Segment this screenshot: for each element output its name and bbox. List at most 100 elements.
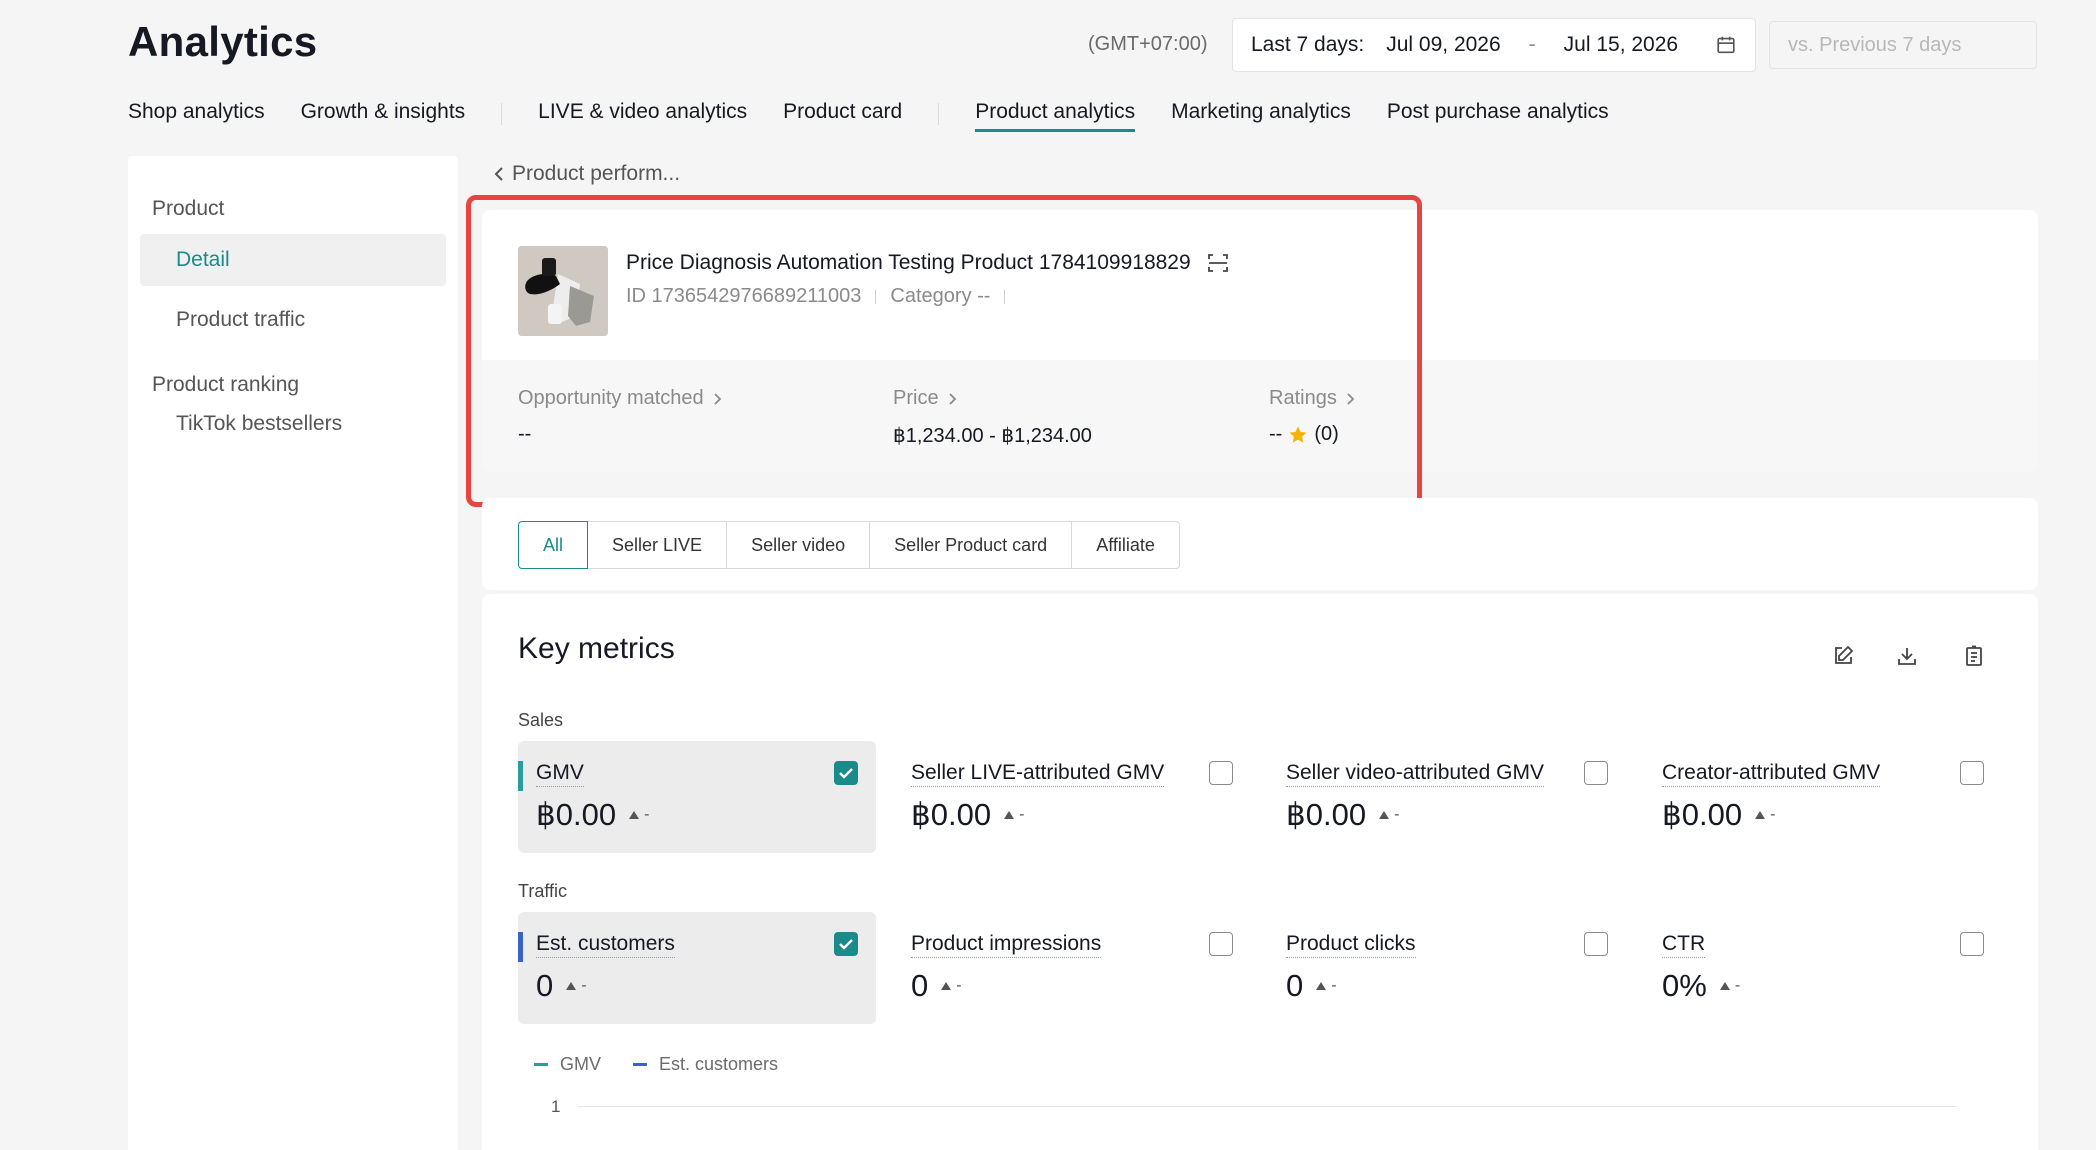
trend-indicator: -	[628, 806, 649, 824]
metric-card-seller-video-gmv[interactable]: Seller video-attributed GMV ฿0.00 -	[1268, 741, 1626, 853]
legend-swatch	[534, 1063, 548, 1066]
metric-name: Est. customers	[536, 932, 675, 958]
chart-gridline	[578, 1106, 1956, 1107]
metric-checkbox[interactable]	[1584, 761, 1608, 785]
trend-indicator: -	[1315, 977, 1337, 995]
metric-value: 0%	[1662, 968, 1707, 1003]
metric-checkbox[interactable]	[1209, 932, 1233, 956]
filter-affiliate[interactable]: Affiliate	[1071, 521, 1180, 569]
metric-value: 0	[1286, 968, 1304, 1003]
filter-all[interactable]: All	[518, 521, 589, 569]
tab-divider	[501, 103, 503, 125]
timezone-label: (GMT+07:00)	[1088, 33, 1208, 55]
sidebar-item-detail[interactable]: Detail	[140, 234, 446, 286]
legend-swatch	[633, 1063, 648, 1066]
chevron-left-icon	[494, 167, 503, 181]
sidebar-item-tiktok-bestsellers[interactable]: TikTok bestsellers	[140, 398, 446, 450]
chart-legend: GMV Est. customers	[534, 1054, 778, 1075]
triangle-up-icon	[566, 982, 577, 990]
sidebar-item-product-traffic[interactable]: Product traffic	[140, 294, 446, 346]
date-range-picker[interactable]: Last 7 days: Jul 09, 2026 - Jul 15, 2026	[1232, 18, 1756, 72]
trend-indicator: -	[1754, 806, 1775, 824]
trend-indicator: -	[565, 977, 587, 995]
download-icon[interactable]	[1895, 644, 1919, 668]
triangle-up-icon	[1316, 982, 1327, 990]
sidebar-group-product-ranking: Product ranking	[152, 373, 300, 396]
metric-checkbox[interactable]	[834, 932, 858, 956]
triangle-up-icon	[1004, 811, 1015, 819]
tab-shop-analytics[interactable]: Shop analytics	[128, 100, 265, 134]
metric-checkbox[interactable]	[1960, 761, 1984, 785]
metric-name: Seller video-attributed GMV	[1286, 761, 1544, 787]
legend-item-gmv[interactable]: GMV	[534, 1054, 601, 1075]
triangle-up-icon	[1719, 982, 1730, 990]
metric-checkbox[interactable]	[1960, 932, 1984, 956]
metric-checkbox[interactable]	[1209, 761, 1233, 785]
metric-value: ฿0.00	[1286, 797, 1367, 832]
analytics-tabs: Shop analytics Growth & insights LIVE & …	[128, 100, 1645, 140]
date-separator: -	[1528, 33, 1536, 56]
metric-card-product-impressions[interactable]: Product impressions 0 -	[893, 912, 1251, 1024]
trend-value: -	[1734, 977, 1741, 994]
sidebar: Product Detail Product traffic Product r…	[128, 156, 458, 1150]
triangle-up-icon	[941, 982, 952, 990]
key-metrics-title: Key metrics	[518, 632, 675, 665]
metric-name: Seller LIVE-attributed GMV	[911, 761, 1165, 787]
compare-placeholder: vs. Previous 7 days	[1788, 33, 1962, 56]
filter-seller-product-card[interactable]: Seller Product card	[869, 521, 1073, 569]
compare-period-select[interactable]: vs. Previous 7 days	[1769, 21, 2037, 69]
tab-post-purchase-analytics[interactable]: Post purchase analytics	[1387, 100, 1609, 134]
metric-name: Product impressions	[911, 932, 1102, 958]
trend-value: -	[1019, 806, 1025, 823]
metric-name: CTR	[1662, 932, 1706, 958]
date-start[interactable]: Jul 09, 2026	[1386, 33, 1500, 57]
channel-filter-group: All Seller LIVE Seller video Seller Prod…	[518, 521, 1180, 569]
trend-value: -	[644, 806, 650, 823]
series-color-bar	[518, 761, 523, 791]
trend-value: -	[1770, 806, 1776, 823]
metric-value: 0	[536, 968, 554, 1003]
edit-icon[interactable]	[1831, 644, 1855, 668]
metric-checkbox[interactable]	[1584, 932, 1608, 956]
back-link[interactable]: Product perform...	[492, 162, 680, 186]
triangle-up-icon	[629, 811, 640, 819]
metric-card-ctr[interactable]: CTR 0% -	[1644, 912, 2002, 1024]
tab-divider	[938, 103, 940, 125]
tab-live-video-analytics[interactable]: LIVE & video analytics	[538, 100, 747, 134]
metric-card-creator-gmv[interactable]: Creator-attributed GMV ฿0.00 -	[1644, 741, 2002, 853]
date-range-label: Last 7 days:	[1251, 33, 1365, 56]
metric-value: 0	[911, 968, 929, 1003]
metric-card-gmv[interactable]: GMV ฿0.00 -	[518, 741, 876, 853]
filter-seller-video[interactable]: Seller video	[726, 521, 871, 569]
trend-value: -	[1331, 977, 1337, 994]
metric-card-est-customers[interactable]: Est. customers 0 -	[518, 912, 876, 1024]
triangle-up-icon	[1379, 811, 1390, 819]
metric-value: ฿0.00	[536, 797, 617, 832]
series-color-bar	[518, 932, 523, 962]
trend-value: -	[581, 977, 587, 994]
sales-section-label: Sales	[518, 710, 564, 730]
tab-product-card[interactable]: Product card	[783, 100, 902, 134]
metric-card-product-clicks[interactable]: Product clicks 0 -	[1268, 912, 1626, 1024]
legend-item-est-customers[interactable]: Est. customers	[633, 1054, 778, 1075]
trend-indicator: -	[1719, 977, 1740, 995]
metric-value: ฿0.00	[911, 797, 992, 832]
metric-name: Creator-attributed GMV	[1662, 761, 1881, 787]
tab-product-analytics[interactable]: Product analytics	[975, 100, 1135, 134]
triangle-up-icon	[1755, 811, 1766, 819]
back-link-label: Product perform...	[512, 162, 681, 185]
y-axis-tick: 1	[551, 1097, 561, 1116]
trend-indicator: -	[940, 977, 962, 995]
date-end[interactable]: Jul 15, 2026	[1564, 33, 1678, 57]
filter-seller-live[interactable]: Seller LIVE	[587, 521, 728, 569]
sidebar-group-product: Product	[152, 197, 225, 220]
document-icon[interactable]	[1962, 644, 1986, 668]
tab-growth-insights[interactable]: Growth & insights	[301, 100, 466, 134]
checkmark-icon	[839, 939, 853, 950]
tab-marketing-analytics[interactable]: Marketing analytics	[1171, 100, 1351, 134]
calendar-icon[interactable]	[1715, 34, 1737, 56]
metric-card-seller-live-gmv[interactable]: Seller LIVE-attributed GMV ฿0.00 -	[893, 741, 1251, 853]
metric-name: Product clicks	[1286, 932, 1416, 958]
traffic-section-label: Traffic	[518, 881, 568, 901]
metric-checkbox[interactable]	[834, 761, 858, 785]
